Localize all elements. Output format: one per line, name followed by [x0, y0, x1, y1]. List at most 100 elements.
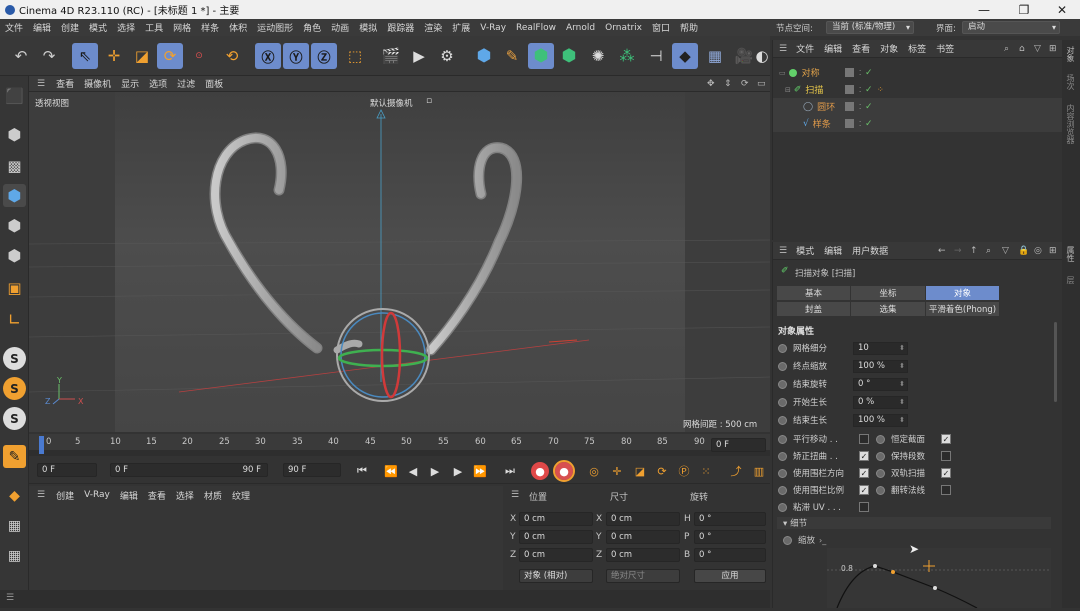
attr-target-icon[interactable]: ◎: [1034, 246, 1042, 256]
material-menu-texture[interactable]: 纹理: [227, 489, 255, 502]
menu-simulate[interactable]: 模拟: [354, 21, 382, 34]
keyframe-dot[interactable]: [876, 485, 885, 495]
render-view-icon[interactable]: 🎬: [378, 43, 404, 69]
keyframe-dot[interactable]: [778, 485, 787, 495]
menu-tracker[interactable]: 跟踪器: [382, 21, 419, 34]
workplane-icon[interactable]: ◆: [3, 484, 26, 507]
menu-extensions[interactable]: 扩展: [447, 21, 475, 34]
layer-swatch[interactable]: [845, 119, 854, 128]
material-menu-edit[interactable]: 编辑: [115, 489, 143, 502]
next-key-icon[interactable]: ⏩: [471, 462, 489, 480]
rail-scale-checkbox[interactable]: ✓: [859, 485, 869, 495]
size-mode-select[interactable]: 绝对尺寸: [606, 569, 680, 583]
size-z-field[interactable]: 0 cm: [606, 548, 680, 562]
interface-select[interactable]: 启动: [962, 21, 1060, 34]
banking-checkbox[interactable]: ✓: [859, 451, 869, 461]
keyframe-dot[interactable]: [778, 415, 787, 425]
close-button[interactable]: ✕: [1043, 0, 1080, 19]
keep-segments-checkbox[interactable]: [941, 451, 951, 461]
node-space-select[interactable]: 当前 (标准/物理): [826, 21, 914, 34]
field-icon[interactable]: ◆: [672, 43, 698, 69]
layer-swatch[interactable]: [845, 102, 854, 111]
restore-button[interactable]: ❐: [1005, 0, 1043, 19]
object-menu-file[interactable]: 文件: [791, 42, 819, 55]
keyframe-dot[interactable]: [783, 535, 792, 545]
tab-selections[interactable]: 选集: [851, 302, 926, 316]
rail-direction-checkbox[interactable]: ✓: [859, 468, 869, 478]
position-x-field[interactable]: 0 cm: [519, 512, 593, 526]
key-pla-icon[interactable]: ⁙: [697, 462, 715, 480]
viewport-move-icon[interactable]: ✥: [707, 79, 715, 89]
edge-mode-icon[interactable]: ⬢: [3, 214, 26, 237]
snap-icon[interactable]: S: [3, 347, 26, 370]
size-y-field[interactable]: 0 cm: [606, 530, 680, 544]
tab-basic[interactable]: 基本: [777, 286, 851, 300]
keyframe-dot[interactable]: [778, 451, 787, 461]
tab-object[interactable]: 对象: [926, 286, 1000, 300]
flip-normals-checkbox[interactable]: [941, 485, 951, 495]
viewport-menu-options[interactable]: 选项: [144, 77, 172, 90]
position-z-field[interactable]: 0 cm: [519, 548, 593, 562]
attr-lock-icon[interactable]: 🔒: [1018, 246, 1029, 256]
object-newwin-icon[interactable]: ⊞: [1049, 44, 1057, 54]
subdivision-icon[interactable]: ⬢: [528, 43, 554, 69]
prev-frame-icon[interactable]: ◀: [404, 462, 422, 480]
enabled-check-icon[interactable]: ✓: [865, 119, 873, 129]
menu-help[interactable]: 帮助: [675, 21, 703, 34]
cloner-icon[interactable]: ✺: [585, 43, 611, 69]
rotation-p-field[interactable]: 0 °: [694, 530, 766, 544]
prop-value[interactable]: 0 %: [853, 395, 908, 409]
object-row[interactable]: ◯ 圆环 ⁚ ✓: [773, 98, 1063, 115]
viewport-menu-camera[interactable]: 摄像机: [79, 77, 116, 90]
uv-mode-icon[interactable]: ▣: [3, 276, 26, 299]
axis-mode-icon[interactable]: ∟: [3, 308, 26, 331]
keyframe-dot[interactable]: [876, 434, 885, 444]
material-menu-create[interactable]: 创建: [51, 489, 79, 502]
object-menu-edit[interactable]: 编辑: [819, 42, 847, 55]
object-hamburger-icon[interactable]: ☰: [779, 44, 787, 54]
object-search-icon[interactable]: ⌕: [1004, 44, 1009, 54]
mograph-icon[interactable]: ⁂: [614, 43, 640, 69]
minimize-button[interactable]: —: [965, 0, 1003, 19]
object-menu-bookmarks[interactable]: 书签: [931, 42, 959, 55]
menu-file[interactable]: 文件: [0, 21, 28, 34]
object-row[interactable]: ▭ 对称 ⁚ ✓: [773, 64, 1063, 81]
camera-object-icon[interactable]: 🎥: [731, 43, 757, 69]
keyframe-selection-icon[interactable]: ◎: [585, 462, 603, 480]
quantize-icon[interactable]: ✎: [3, 445, 26, 468]
pen-tool-icon[interactable]: ✎: [499, 43, 525, 69]
rotate-tool-icon[interactable]: ⟳: [157, 43, 183, 69]
material-menu-vray[interactable]: V-Ray: [79, 490, 115, 500]
menu-vray[interactable]: V-Ray: [475, 23, 511, 33]
viewport-menu-display[interactable]: 显示: [116, 77, 144, 90]
object-filter-icon[interactable]: ▽: [1034, 44, 1041, 54]
menu-animate[interactable]: 动画: [326, 21, 354, 34]
z-axis-lock-icon[interactable]: Ⓩ: [311, 43, 337, 69]
attr-menu-edit[interactable]: 编辑: [819, 244, 847, 257]
menu-edit[interactable]: 编辑: [28, 21, 56, 34]
x-axis-lock-icon[interactable]: Ⓧ: [255, 43, 281, 69]
menu-render[interactable]: 渲染: [419, 21, 447, 34]
key-scale-icon[interactable]: ◪: [631, 462, 649, 480]
viewport-layout-icon[interactable]: ▭: [757, 79, 766, 89]
dock-tab-objects[interactable]: 对象: [1065, 46, 1076, 62]
timeline-window-icon[interactable]: ▥: [750, 462, 768, 480]
menu-mograph[interactable]: 运动图形: [252, 21, 298, 34]
tab-coordinates[interactable]: 坐标: [851, 286, 926, 300]
polygon-mode-icon[interactable]: ⬢: [3, 244, 26, 267]
object-menu-object[interactable]: 对象: [875, 42, 903, 55]
position-y-field[interactable]: 0 cm: [519, 530, 593, 544]
layer-swatch[interactable]: [845, 85, 854, 94]
viewport-menu-filter[interactable]: 过滤: [172, 77, 200, 90]
menu-spline[interactable]: 样条: [196, 21, 224, 34]
play-icon[interactable]: ▶: [426, 462, 444, 480]
recent-tool-icon[interactable]: ⊙: [186, 43, 212, 69]
tag-icon[interactable]: ⁘: [877, 85, 884, 94]
coord-hamburger-icon[interactable]: ☰: [511, 490, 519, 500]
layer-swatch[interactable]: [845, 68, 854, 77]
keyframe-dot[interactable]: [778, 343, 787, 353]
undo-icon[interactable]: ↶: [8, 43, 34, 69]
object-name[interactable]: 样条: [813, 117, 831, 130]
render-settings-icon[interactable]: ⚙: [434, 43, 460, 69]
dock-tab-attributes[interactable]: 属性: [1065, 246, 1076, 262]
